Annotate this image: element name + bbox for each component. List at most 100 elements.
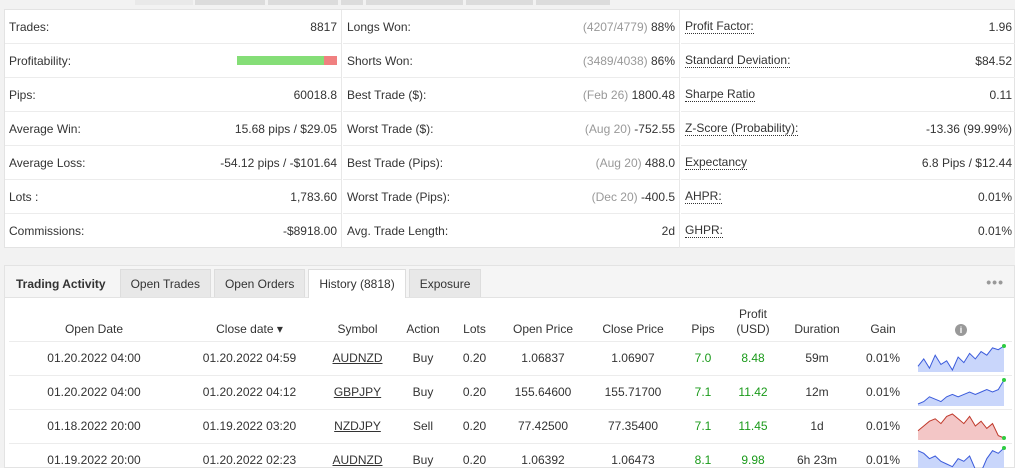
cell-duration: 6h 23m — [778, 442, 856, 468]
col-gain[interactable]: Gain — [856, 298, 910, 341]
trading-activity-panel: Trading Activity Open Trades Open Orders… — [4, 265, 1015, 468]
stat-label: Avg. Trade Length: — [347, 224, 449, 238]
cell-duration: 12m — [778, 374, 856, 409]
col-symbol[interactable]: Symbol — [320, 298, 395, 341]
symbol-value[interactable]: AUDNZD — [333, 453, 383, 467]
stat-row: Commissions: -$8918.00 — [5, 214, 341, 248]
stat-value-wrap: -54.12 pips / -$101.64 — [220, 156, 337, 170]
stat-value-wrap: 60018.8 — [294, 88, 337, 102]
stat-value: 1,783.60 — [290, 189, 337, 204]
stat-row: Trades: 8817 — [5, 10, 341, 44]
cell-sparkline — [910, 408, 1012, 443]
cell-sparkline — [910, 340, 1012, 375]
open-date-value: 01.18.2022 20:00 — [47, 419, 141, 433]
stat-value: 488.0 — [644, 155, 675, 170]
cell-sparkline — [910, 374, 1012, 409]
close-price-value: 155.71700 — [604, 385, 662, 399]
table-row[interactable]: 01.20.2022 04:00 01.20.2022 04:12 GBPJPY Bu… — [9, 374, 1012, 409]
stat-row: Expectancy 6.8 Pips / $12.44 — [681, 146, 1015, 180]
col-lots[interactable]: Lots — [451, 298, 498, 341]
stat-value: 6.8 Pips / $12.44 — [921, 155, 1012, 170]
close-price-value: 1.06473 — [611, 453, 655, 468]
tab-exposure[interactable]: Exposure — [408, 269, 482, 297]
col-close-date[interactable]: Close date ▾ — [179, 298, 320, 341]
stat-value: 86% — [650, 53, 675, 68]
symbol-value[interactable]: AUDNZD — [333, 351, 383, 365]
cell-pips: 7.1 — [678, 374, 728, 409]
lots-value: 0.20 — [462, 453, 487, 468]
symbol-value[interactable]: NZDJPY — [334, 419, 381, 433]
stat-row: Average Loss: -54.12 pips / -$101.64 — [5, 146, 341, 180]
stat-label: Best Trade ($): — [347, 87, 427, 102]
tab-open-trades[interactable]: Open Trades — [119, 269, 211, 297]
stat-value: 0.01% — [977, 224, 1012, 238]
stat-value-wrap: 0.11 — [990, 88, 1012, 102]
gain-value: 0.01% — [865, 419, 901, 433]
tab-history[interactable]: History (8818) — [308, 269, 406, 298]
stat-label[interactable]: Z-Score (Probability): — [685, 121, 799, 136]
cell-lots: 0.20 — [451, 374, 498, 409]
stat-row: Z-Score (Probability): -13.36 (99.99%) — [681, 112, 1015, 146]
stat-label: Pips: — [9, 87, 36, 102]
table-row[interactable]: 01.18.2022 20:00 01.19.2022 03:20 NZDJPY Se… — [9, 408, 1012, 443]
cell-symbol: GBPJPY — [320, 374, 395, 409]
stat-row: Standard Deviation: $84.52 — [681, 44, 1015, 78]
stat-value: 0.11 — [989, 87, 1012, 102]
stat-row: AHPR: 0.01% — [681, 180, 1015, 214]
col-action[interactable]: Action — [395, 298, 451, 341]
col-open-date[interactable]: Open Date — [9, 298, 179, 341]
col-pips[interactable]: Pips — [678, 298, 728, 341]
cell-gain: 0.01% — [856, 442, 910, 468]
stat-value-wrap: (Feb 26) 1800.48 — [583, 88, 675, 102]
action-value: Sell — [412, 419, 433, 433]
stat-value-wrap: (Dec 20) -400.5 — [592, 190, 675, 204]
sparkline-area — [918, 414, 1004, 440]
stat-row: GHPR: 0.01% — [681, 214, 1015, 248]
cell-close-date: 01.19.2022 03:20 — [179, 408, 320, 443]
more-options-icon[interactable]: ••• — [986, 274, 1004, 290]
stat-value: -400.5 — [640, 189, 675, 204]
col-open-price[interactable]: Open Price — [498, 298, 588, 341]
stat-value: 88% — [650, 19, 675, 34]
stat-value: 8817 — [310, 19, 337, 34]
cell-open-price: 77.42500 — [498, 408, 588, 443]
cell-open-price: 1.06837 — [498, 340, 588, 375]
table-row[interactable]: 01.20.2022 04:00 01.20.2022 04:59 AUDNZD Bu… — [9, 340, 1012, 375]
duration-value: 6h 23m — [796, 453, 838, 468]
pips-value: 7.0 — [694, 351, 712, 365]
cell-symbol: AUDNZD — [320, 340, 395, 375]
stat-value: $84.52 — [975, 53, 1012, 68]
sparkline-end-dot — [1002, 446, 1006, 451]
gain-value: 0.01% — [865, 385, 901, 399]
cell-close-price: 77.35400 — [588, 408, 678, 443]
stat-value-wrap: 8817 — [310, 20, 337, 34]
info-icon[interactable]: i — [955, 323, 967, 336]
lots-value: 0.20 — [462, 385, 487, 399]
stat-row: Best Trade (Pips): (Aug 20) 488.0 — [343, 146, 679, 180]
stat-label[interactable]: Expectancy — [685, 155, 748, 170]
duration-value: 59m — [805, 351, 829, 365]
col-close-price[interactable]: Close Price — [588, 298, 678, 341]
stat-date-note: (3489/4038) — [582, 53, 648, 68]
stat-value-wrap: -13.36 (99.99%) — [926, 122, 1012, 136]
stat-row: Best Trade ($): (Feb 26) 1800.48 — [343, 78, 679, 112]
close-date-value: 01.20.2022 04:12 — [202, 385, 297, 399]
cell-symbol: AUDNZD — [320, 442, 395, 468]
table-row[interactable]: 01.19.2022 20:00 01.20.2022 02:23 AUDNZD Bu… — [9, 442, 1012, 468]
stat-value-wrap: -$8918.00 — [283, 224, 337, 238]
stat-label[interactable]: AHPR: — [685, 189, 722, 204]
tab-open-orders[interactable]: Open Orders — [213, 269, 306, 297]
activity-tab-bar: Trading Activity Open Trades Open Orders… — [5, 266, 1014, 298]
stat-row: Profit Factor: 1.96 — [681, 10, 1015, 44]
col-duration[interactable]: Duration — [778, 298, 856, 341]
symbol-value[interactable]: GBPJPY — [334, 385, 381, 399]
stat-label[interactable]: Standard Deviation: — [685, 53, 791, 68]
stat-label[interactable]: Profit Factor: — [685, 19, 754, 34]
col-chart: i — [910, 298, 1012, 341]
stat-label[interactable]: Sharpe Ratio — [685, 87, 756, 102]
sparkline-chart — [917, 378, 1006, 406]
stat-value: 15.68 pips / $29.05 — [234, 121, 337, 136]
stat-label[interactable]: GHPR: — [685, 224, 724, 238]
history-table: Open Date Close date ▾ Symbol Action Lot… — [9, 298, 1012, 468]
col-profit[interactable]: Profit (USD) — [728, 298, 778, 341]
